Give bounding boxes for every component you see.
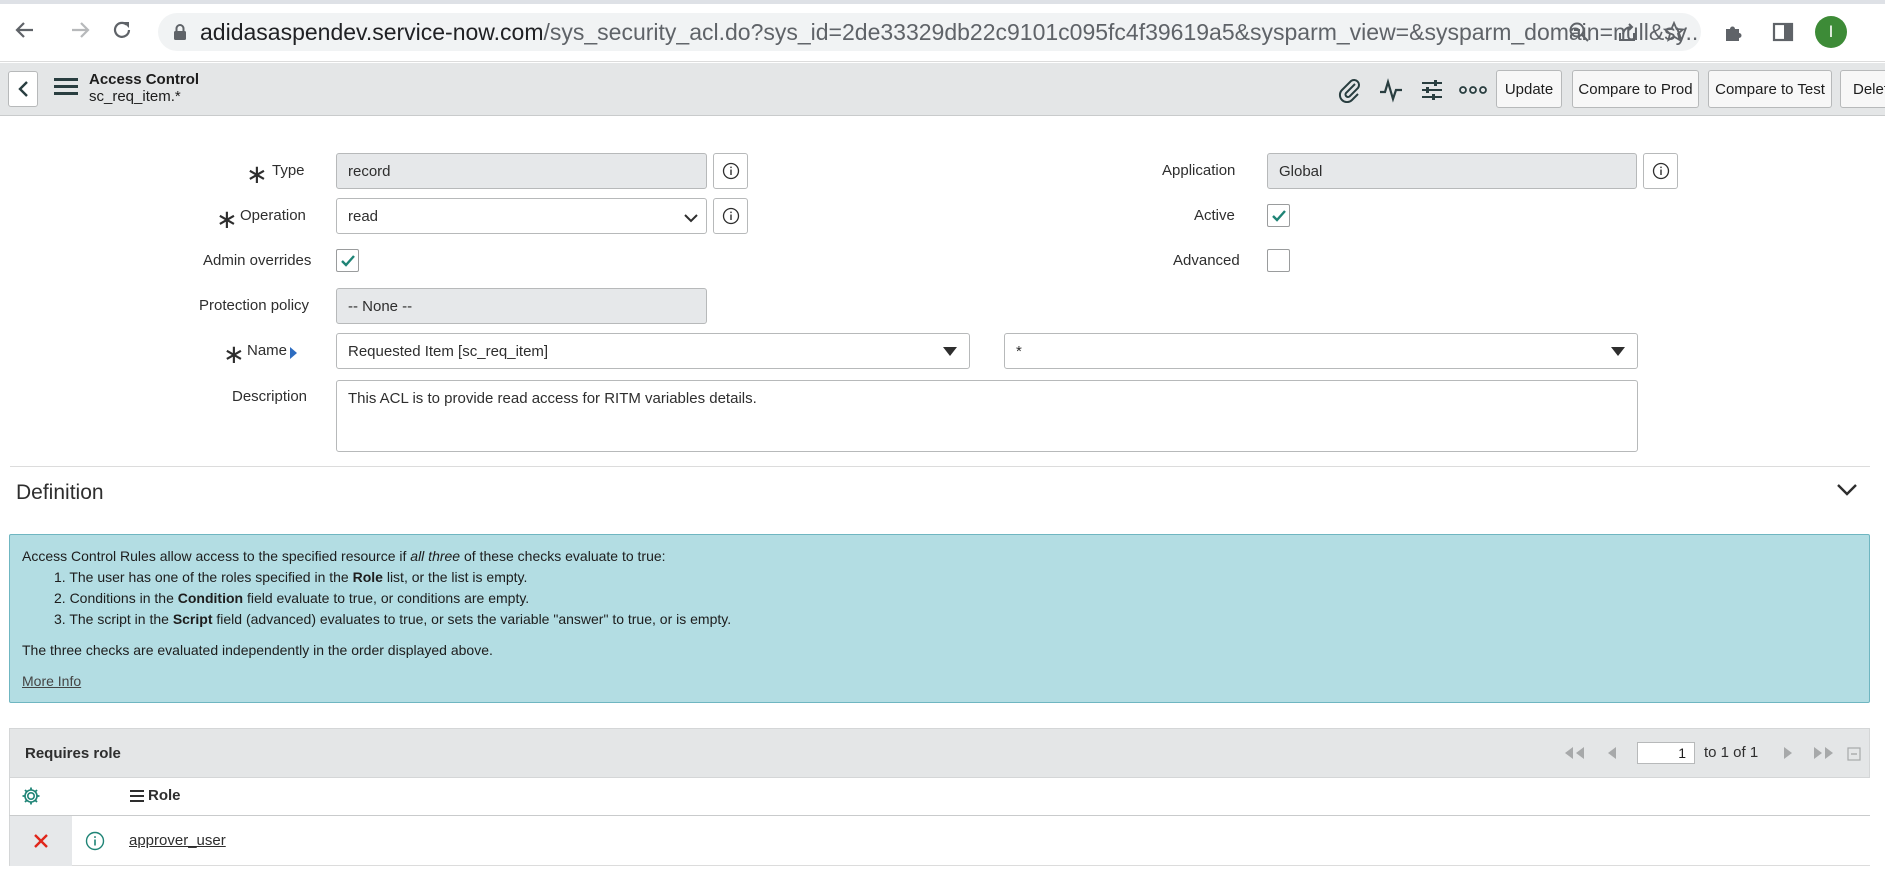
url-path: /sys_security_acl.do?sys_id=2de33329db22… <box>543 18 1701 45</box>
browser-toolbar: adidasaspendev.service-now.com/sys_secur… <box>0 0 1885 62</box>
compare-to-test-button[interactable]: Compare to Test <box>1708 70 1832 108</box>
checkmark-icon <box>1271 209 1286 222</box>
record-info-icon[interactable] <box>85 831 105 856</box>
description-label: Description <box>232 388 308 405</box>
update-button[interactable]: Update <box>1496 70 1562 108</box>
info-icon <box>1652 162 1669 180</box>
gear-icon[interactable] <box>21 786 41 811</box>
name-table-select[interactable]: Requested Item [sc_req_item] <box>336 333 970 369</box>
share-icon[interactable] <box>1612 17 1642 47</box>
table-row: approver_user <box>9 816 1870 866</box>
compare-to-prod-button[interactable]: Compare to Prod <box>1572 70 1699 108</box>
active-label: Active <box>1194 207 1235 224</box>
dropdown-triangle-icon <box>943 347 957 356</box>
address-bar[interactable]: adidasaspendev.service-now.com/sys_secur… <box>158 13 1701 51</box>
form-header: Access Control sc_req_item.* Update Comp… <box>0 63 1885 116</box>
advanced-checkbox[interactable] <box>1267 249 1290 272</box>
more-options-icon[interactable] <box>1458 75 1488 105</box>
info-item-2: 2. Conditions in the Condition field eva… <box>54 590 530 606</box>
application-info-button[interactable] <box>1643 153 1678 189</box>
checkmark-icon <box>340 254 355 267</box>
column-menu-icon[interactable] <box>130 789 144 807</box>
back-button[interactable] <box>8 71 38 107</box>
admin-overrides-checkbox[interactable] <box>336 249 359 272</box>
definition-section-title: Definition <box>16 481 104 504</box>
acl-info-box: Access Control Rules allow access to the… <box>9 534 1870 703</box>
admin-overrides-label: Admin overrides <box>203 252 312 269</box>
protection-policy-label: Protection policy <box>199 297 310 314</box>
form-title: Access Control <box>89 71 200 88</box>
active-checkbox[interactable] <box>1267 204 1290 227</box>
info-icon <box>722 207 739 225</box>
name-label: Name <box>247 342 288 359</box>
dropdown-triangle-icon <box>1611 347 1625 356</box>
operation-label: Operation <box>240 207 306 224</box>
context-menu-icon[interactable] <box>54 78 78 100</box>
required-asterisk-icon: ∗ <box>223 339 245 369</box>
collapse-list-icon[interactable] <box>1847 747 1861 766</box>
page-number-input[interactable]: 1 <box>1637 742 1695 764</box>
info-item-1: 1. The user has one of the roles specifi… <box>54 569 528 585</box>
description-textarea[interactable]: This ACL is to provide read access for R… <box>336 380 1638 452</box>
profile-avatar[interactable]: I <box>1815 16 1847 48</box>
application-label: Application <box>1162 162 1236 179</box>
url-host: adidasaspendev.service-now.com <box>200 18 544 45</box>
next-page-icon[interactable] <box>1782 745 1796 766</box>
forward-arrow-icon[interactable] <box>65 15 95 45</box>
list-column-header: Role <box>9 778 1870 816</box>
lock-icon <box>172 23 188 41</box>
more-info-link[interactable]: More Info <box>22 673 81 689</box>
back-arrow-icon[interactable] <box>10 15 40 45</box>
form-subtitle: sc_req_item.* <box>89 88 181 105</box>
zoom-icon[interactable] <box>1564 17 1594 47</box>
info-icon <box>722 162 739 180</box>
protection-policy-field[interactable]: -- None -- <box>336 288 707 324</box>
chevron-left-icon <box>18 81 28 97</box>
browser-tabstrip <box>0 0 1885 4</box>
role-column-header[interactable]: Role <box>148 787 181 804</box>
reload-icon[interactable] <box>107 15 137 45</box>
type-label: Type <box>272 162 305 179</box>
previous-page-icon[interactable] <box>1604 745 1618 766</box>
extensions-puzzle-icon[interactable] <box>1718 17 1748 47</box>
type-info-button[interactable] <box>713 153 748 189</box>
info-item-3: 3. The script in the Script field (advan… <box>54 611 732 627</box>
close-icon <box>34 834 48 848</box>
related-list-header: Requires role 1 to 1 of 1 <box>9 728 1870 778</box>
operation-select[interactable]: read <box>336 198 707 234</box>
role-link[interactable]: approver_user <box>129 832 226 849</box>
personalize-sliders-icon[interactable] <box>1417 75 1447 105</box>
required-asterisk-icon: ∗ <box>216 204 238 234</box>
first-page-icon[interactable] <box>1560 745 1588 766</box>
required-asterisk-icon: ∗ <box>246 159 268 189</box>
page-count-text: to 1 of 1 <box>1704 744 1759 761</box>
info-note: The three checks are evaluated independe… <box>22 642 493 658</box>
last-page-icon[interactable] <box>1810 745 1838 766</box>
advanced-label: Advanced <box>1173 252 1240 269</box>
side-panel-icon[interactable] <box>1768 17 1798 47</box>
type-field[interactable]: record <box>336 153 707 189</box>
remove-row-button[interactable] <box>10 816 72 866</box>
name-field-select[interactable]: * <box>1004 333 1638 369</box>
info-intro: Access Control Rules allow access to the… <box>22 548 666 564</box>
delete-button[interactable]: Delete <box>1840 70 1885 108</box>
section-divider <box>10 466 1870 467</box>
chevron-down-icon[interactable] <box>1836 483 1858 502</box>
activity-pulse-icon[interactable] <box>1376 75 1406 105</box>
name-expand-icon[interactable] <box>290 347 297 359</box>
paperclip-icon[interactable] <box>1335 75 1365 105</box>
related-list-title: Requires role <box>25 745 121 762</box>
chevron-down-icon <box>684 210 698 228</box>
bookmark-star-icon[interactable] <box>1659 17 1689 47</box>
operation-info-button[interactable] <box>713 198 748 234</box>
application-field[interactable]: Global <box>1267 153 1637 189</box>
